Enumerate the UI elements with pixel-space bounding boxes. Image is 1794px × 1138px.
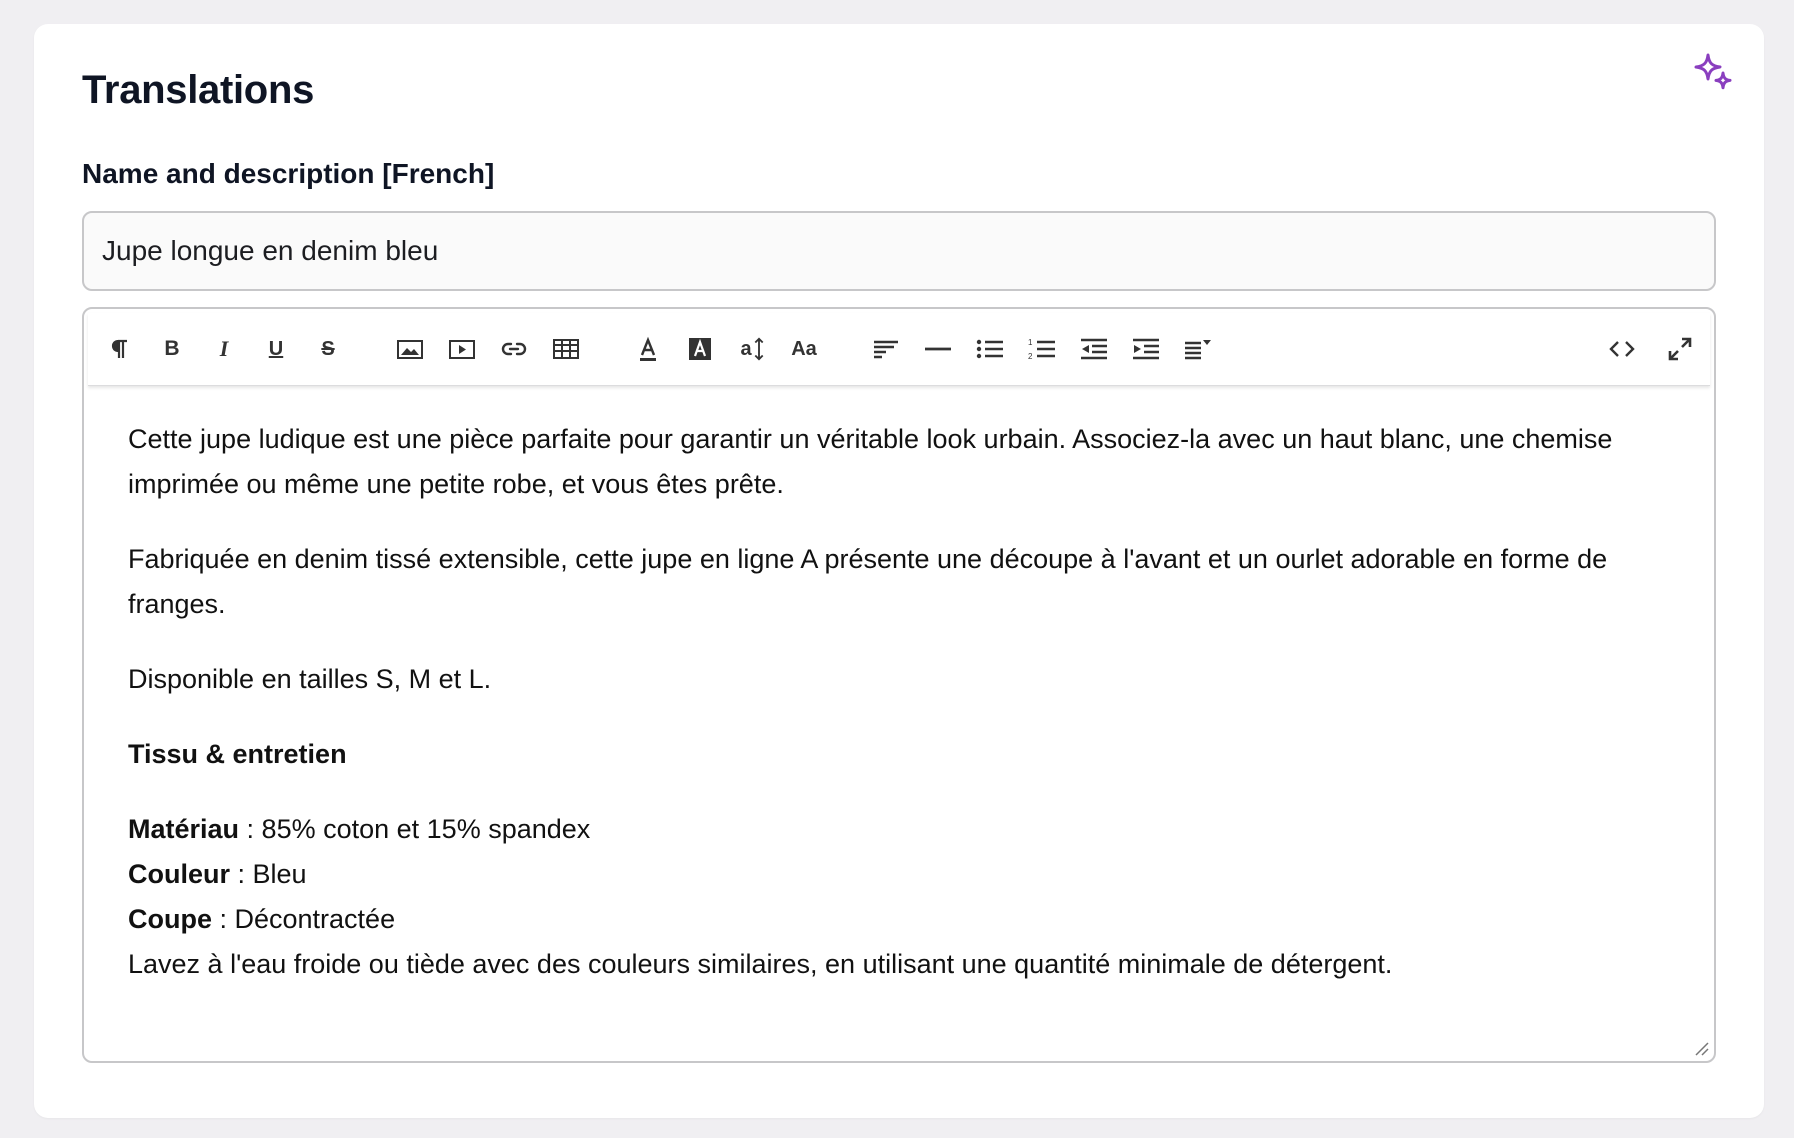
editor-content[interactable]: Cette jupe ludique est une pièce parfait…	[128, 417, 1678, 987]
code-view-icon[interactable]	[1600, 327, 1644, 371]
font-color-icon[interactable]	[626, 327, 670, 371]
highlight-color-icon[interactable]	[678, 327, 722, 371]
field-label: Name and description [French]	[82, 158, 495, 189]
fit-value: : Décontractée	[212, 904, 396, 934]
video-icon[interactable]	[440, 327, 484, 371]
fit-line: Coupe : Décontractée	[128, 897, 1678, 942]
material-value: : 85% coton et 15% spandex	[239, 814, 591, 844]
section-title: Translations	[82, 68, 315, 112]
svg-text:2: 2	[1028, 352, 1033, 361]
indent-icon[interactable]	[1124, 327, 1168, 371]
bold-icon[interactable]: B	[150, 327, 194, 371]
description-paragraph: Cette jupe ludique est une pièce parfait…	[128, 424, 1613, 499]
strikethrough-icon[interactable]: S	[306, 327, 350, 371]
outdent-icon[interactable]	[1072, 327, 1116, 371]
italic-icon[interactable]: I	[202, 327, 246, 371]
font-family-icon[interactable]: Aa	[782, 327, 826, 371]
paragraph-icon[interactable]	[98, 327, 142, 371]
material-label: Matériau	[128, 814, 240, 844]
numbered-list-icon[interactable]: 12	[1020, 327, 1064, 371]
link-icon[interactable]	[492, 327, 536, 371]
font-size-icon[interactable]: a	[730, 327, 774, 371]
underline-icon[interactable]: U	[254, 327, 298, 371]
table-icon[interactable]	[544, 327, 588, 371]
line-height-icon[interactable]	[1176, 327, 1220, 371]
fit-label: Coupe	[128, 904, 212, 934]
resize-handle-icon[interactable]	[1692, 1039, 1710, 1057]
product-name-input[interactable]	[82, 211, 1716, 291]
description-paragraph: Fabriquée en denim tissé extensible, cet…	[128, 544, 1608, 619]
rich-text-editor: B I U S a Aa 1 2 Cette jupe ludique est …	[82, 307, 1716, 1063]
align-left-icon[interactable]	[864, 327, 908, 371]
svg-text:1: 1	[1028, 338, 1033, 347]
material-line: Matériau : 85% coton et 15% spandex	[128, 807, 1678, 852]
color-value: : Bleu	[230, 859, 307, 889]
fullscreen-icon[interactable]	[1658, 327, 1702, 371]
image-icon[interactable]	[388, 327, 432, 371]
color-label: Couleur	[128, 859, 231, 889]
description-paragraph: Disponible en tailles S, M et L.	[128, 664, 492, 694]
care-instructions: Lavez à l'eau froide ou tiède avec des c…	[128, 949, 1393, 979]
bullet-list-icon[interactable]	[968, 327, 1012, 371]
editor-toolbar: B I U S a Aa 1 2	[88, 313, 1710, 386]
horizontal-rule-icon[interactable]	[916, 327, 960, 371]
care-heading: Tissu & entretien	[128, 739, 347, 769]
sparkle-icon[interactable]	[1692, 50, 1736, 94]
color-line: Couleur : Bleu	[128, 852, 1678, 897]
